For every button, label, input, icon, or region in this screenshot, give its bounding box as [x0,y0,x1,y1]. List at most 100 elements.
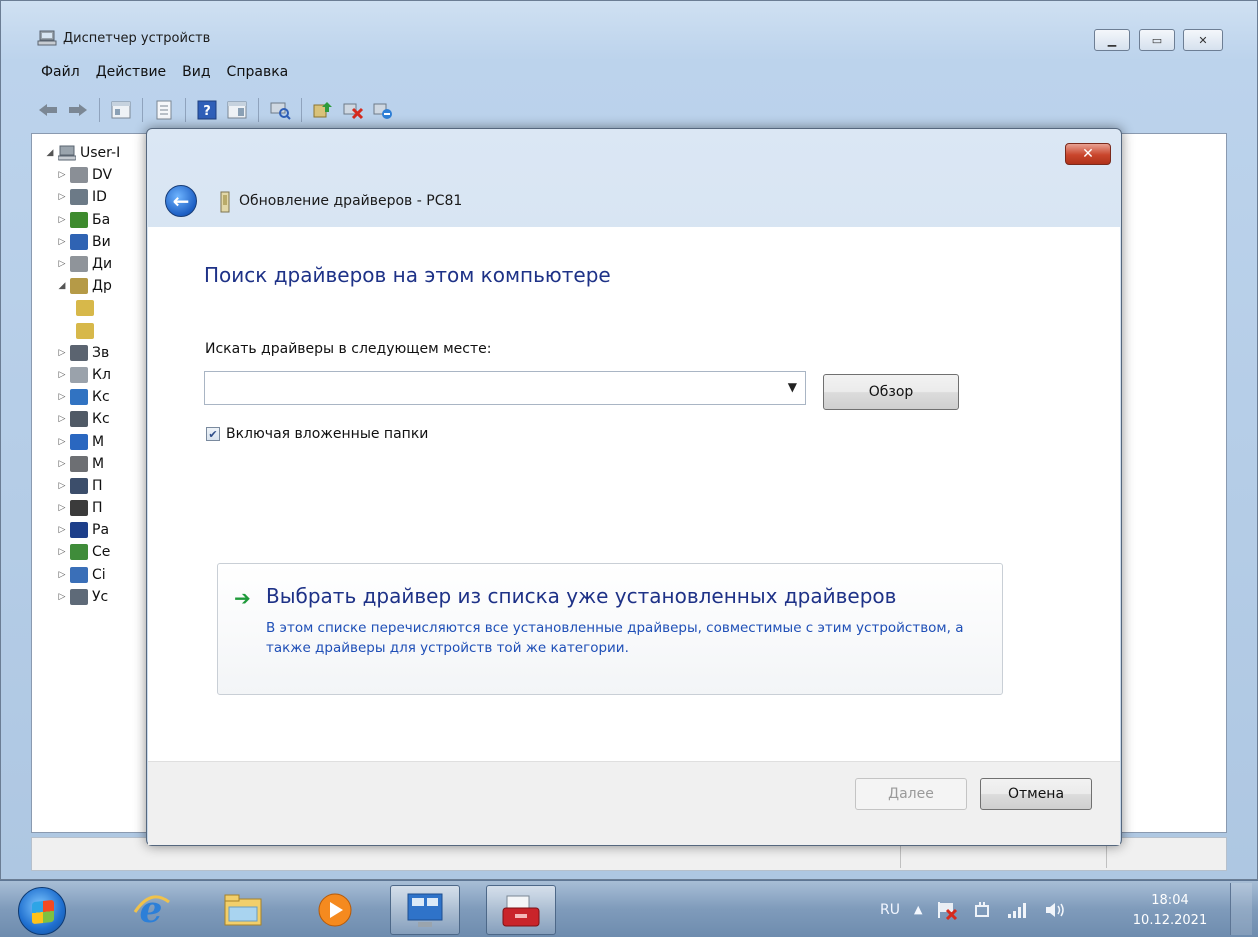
tree-item-label: Зв [92,344,110,361]
toolbar: ? [31,91,1227,129]
tree-item-label: П [92,477,103,494]
view-icon[interactable] [224,97,250,123]
close-icon: ✕ [1198,33,1208,47]
power-plug-icon[interactable] [972,900,992,920]
menu-help[interactable]: Справка [219,61,297,87]
search-path-combobox[interactable]: ▼ [204,371,806,405]
dropdown-arrow-icon[interactable]: ▼ [788,380,797,394]
language-indicator[interactable]: RU [880,902,900,918]
dvd-drive-icon [70,167,88,184]
expand-arrow-icon[interactable]: ▷ [56,437,68,447]
tree-item-label: Сі [92,566,106,583]
battery-icon [70,211,88,228]
tree-item-label: М [92,455,105,472]
toolbar-separator [258,98,259,122]
internet-explorer-icon[interactable]: e [116,885,186,935]
maximize-button[interactable]: ▭ [1139,29,1175,51]
title-bar[interactable]: Диспетчер устройств ▁ ▭ ✕ [1,1,1257,57]
expand-arrow-icon[interactable]: ▷ [56,259,68,269]
expand-arrow-icon[interactable]: ▷ [56,503,68,513]
clock-date: 10.12.2021 [1132,913,1208,928]
expand-arrow-icon[interactable]: ▷ [56,170,68,180]
toolbar-separator [99,98,100,122]
keyboard-icon [70,366,88,383]
computer-icon [58,145,76,161]
action-center-flag-icon[interactable] [936,900,958,920]
dialog-close-button[interactable]: ✕ [1065,143,1111,165]
search-location-label: Искать драйверы в следующем месте: [205,341,492,357]
menu-view[interactable]: Вид [174,61,218,87]
network-adapter-icon [70,544,88,561]
forward-arrow-icon[interactable] [65,97,91,123]
expand-arrow-icon[interactable]: ▷ [56,192,68,202]
clock[interactable]: 18:04 10.12.2021 [1128,891,1212,931]
media-player-icon[interactable] [300,885,370,935]
tree-item-label: Ба [92,211,111,228]
menu-bar: Файл Действие Вид Справка [33,61,296,87]
tree-item-label: Др [92,278,112,295]
expand-arrow-icon[interactable]: ▷ [56,547,68,557]
properties-icon[interactable] [151,97,177,123]
close-icon: ✕ [1082,146,1094,162]
show-hidden-icons-icon[interactable]: ▲ [914,903,922,916]
next-button[interactable]: Далее [855,778,967,810]
expand-arrow-icon[interactable]: ▷ [56,237,68,247]
menu-file[interactable]: Файл [33,61,88,87]
tree-root-label: User-I [80,145,121,162]
console-tree-icon[interactable] [108,97,134,123]
tree-item-label: Кс [92,389,110,406]
sound-icon [70,344,88,361]
tree-item-label: Се [92,544,111,561]
expand-arrow-icon[interactable]: ▷ [56,525,68,535]
start-button[interactable] [18,887,66,935]
show-desktop-button[interactable] [1230,883,1252,935]
expand-arrow-icon[interactable]: ▷ [56,348,68,358]
device-manager-icon[interactable] [390,885,460,935]
close-button[interactable]: ✕ [1183,29,1223,51]
collapse-arrow-icon[interactable]: ◢ [44,148,56,158]
expand-arrow-icon[interactable]: ▷ [56,414,68,424]
dialog-footer: Далее Отмена [148,761,1120,845]
network-signal-icon[interactable] [1006,901,1030,919]
back-arrow-icon[interactable] [35,97,61,123]
unknown-device-icon [76,300,94,317]
window-title: Диспетчер устройств [63,31,211,46]
minimize-icon: ▁ [1107,33,1117,47]
uninstall-device-icon[interactable] [340,97,366,123]
computer-icon [70,389,88,406]
toolbox-icon[interactable] [486,885,556,935]
pick-from-list-title[interactable]: Выбрать драйвер из списка уже установлен… [266,584,896,608]
system-devices-icon [70,566,88,583]
pick-from-list-option[interactable]: ➔ Выбрать драйвер из списка уже установл… [217,563,1003,695]
expand-arrow-icon[interactable]: ▷ [56,570,68,580]
tree-item-label: Ви [92,233,111,250]
browse-button[interactable]: Обзор [823,374,959,410]
expand-arrow-icon[interactable]: ▷ [56,215,68,225]
minimize-button[interactable]: ▁ [1094,29,1130,51]
include-subfolders-option[interactable]: ✔ Включая вложенные папки [206,426,428,442]
expand-arrow-icon[interactable]: ▷ [56,392,68,402]
maximize-icon: ▭ [1151,33,1163,47]
update-driver-icon[interactable] [310,97,336,123]
cancel-button[interactable]: Отмена [980,778,1092,810]
imaging-devices-icon [70,588,88,605]
tree-item-label: М [92,433,105,450]
video-adapter-icon [70,233,88,250]
expand-arrow-icon[interactable]: ▷ [56,481,68,491]
include-subfolders-label[interactable]: Включая вложенные папки [226,426,428,442]
expand-arrow-icon[interactable]: ▷ [56,370,68,380]
help-icon[interactable]: ? [194,97,220,123]
back-arrow-icon: ← [172,189,190,213]
disk-drive-icon [70,256,88,273]
volume-icon[interactable] [1044,901,1066,919]
explorer-folder-icon[interactable] [208,885,278,935]
expand-arrow-icon[interactable]: ▷ [56,592,68,602]
collapse-arrow-icon[interactable]: ◢ [56,281,68,291]
menu-action[interactable]: Действие [88,61,174,87]
include-subfolders-checkbox[interactable]: ✔ [206,427,220,441]
disable-device-icon[interactable] [370,97,396,123]
expand-arrow-icon[interactable]: ▷ [56,459,68,469]
back-button[interactable]: ← [165,185,197,217]
scan-hardware-icon[interactable] [267,97,293,123]
toolbar-separator [185,98,186,122]
